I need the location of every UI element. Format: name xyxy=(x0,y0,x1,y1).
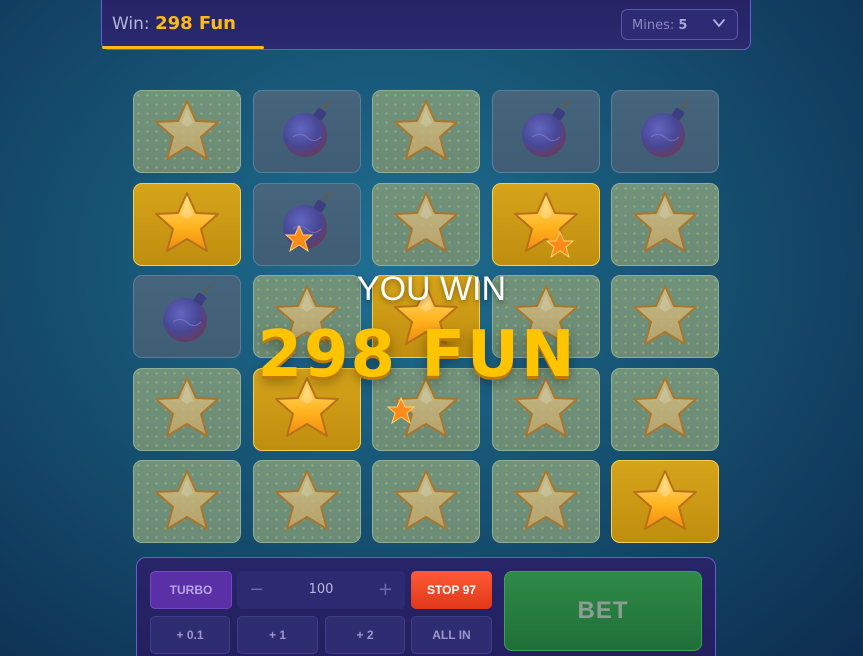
board-tile-bomb[interactable] xyxy=(133,275,241,358)
bet-button[interactable]: BET xyxy=(504,571,702,651)
board-tile-star[interactable] xyxy=(611,367,719,451)
board-tile-star[interactable] xyxy=(133,460,241,543)
mines-label: Mines: xyxy=(632,18,675,33)
board-tile-star[interactable] xyxy=(133,367,241,451)
board-tile-star[interactable] xyxy=(491,460,600,543)
all-in-button[interactable]: ALL IN xyxy=(411,616,492,654)
bomb-icon xyxy=(629,97,701,167)
quick-bet-2-button[interactable]: + 2 xyxy=(325,616,405,654)
star-icon xyxy=(629,467,701,537)
star-icon xyxy=(510,189,582,259)
top-bar: Win: 298 Fun Mines: 5 xyxy=(101,0,751,50)
board-tile-star[interactable] xyxy=(252,275,361,358)
mines-board xyxy=(133,90,719,543)
win-display: Win: 298 Fun xyxy=(112,13,236,34)
star-icon xyxy=(271,467,343,537)
star-icon xyxy=(510,467,582,537)
quick-bet-0-1-button[interactable]: + 0.1 xyxy=(150,616,230,654)
board-tile-bomb[interactable] xyxy=(252,90,361,173)
star-icon xyxy=(390,282,462,352)
star-icon xyxy=(390,374,462,444)
board-tile-picked[interactable] xyxy=(252,367,361,451)
star-icon xyxy=(629,282,701,352)
board-tile-bomb[interactable] xyxy=(491,90,600,173)
win-label: Win: xyxy=(112,14,150,34)
star-icon xyxy=(271,374,343,444)
turbo-button[interactable]: TURBO xyxy=(150,571,232,609)
star-icon xyxy=(510,374,582,444)
board-tile-star[interactable] xyxy=(372,460,480,543)
board-tile-picked[interactable] xyxy=(491,182,600,266)
board-tile-star[interactable] xyxy=(372,367,480,451)
board-tile-star[interactable] xyxy=(491,367,600,451)
star-icon xyxy=(629,374,701,444)
mines-value: 5 xyxy=(678,18,688,33)
star-icon xyxy=(151,189,223,259)
board-tile-picked[interactable] xyxy=(133,182,241,266)
board-tile-star[interactable] xyxy=(372,90,480,173)
mines-select[interactable]: Mines: 5 xyxy=(621,9,738,40)
star-icon xyxy=(151,97,223,167)
chevron-down-icon xyxy=(713,19,725,28)
bomb-icon xyxy=(271,189,343,259)
board-tile-bomb[interactable] xyxy=(252,182,361,266)
board-tile-bomb[interactable] xyxy=(611,90,719,173)
stop-autoplay-button[interactable]: STOP 97 xyxy=(411,571,492,609)
board-tile-star[interactable] xyxy=(611,182,719,266)
star-icon xyxy=(390,189,462,259)
bet-controls-panel: TURBO − 100 + STOP 97 + 0.1 + 1 + 2 ALL … xyxy=(136,557,716,656)
quick-bet-1-button[interactable]: + 1 xyxy=(237,616,318,654)
win-value: 298 Fun xyxy=(155,13,236,34)
board-tile-star[interactable] xyxy=(372,182,480,266)
bomb-icon xyxy=(510,97,582,167)
star-icon xyxy=(390,97,462,167)
board-tile-star[interactable] xyxy=(133,90,241,173)
bomb-icon xyxy=(271,97,343,167)
star-icon xyxy=(629,189,701,259)
board-tile-picked[interactable] xyxy=(372,275,480,358)
board-tile-star[interactable] xyxy=(611,275,719,358)
board-tile-picked[interactable] xyxy=(611,460,719,543)
star-icon xyxy=(510,282,582,352)
star-icon xyxy=(271,282,343,352)
win-progress-bar xyxy=(102,46,264,49)
star-icon xyxy=(151,467,223,537)
star-icon xyxy=(151,374,223,444)
increase-stake-button[interactable]: + xyxy=(378,579,393,600)
board-tile-star[interactable] xyxy=(491,275,600,358)
bomb-icon xyxy=(151,282,223,352)
stake-stepper: − 100 + xyxy=(237,571,405,609)
board-tile-star[interactable] xyxy=(252,460,361,543)
star-icon xyxy=(390,467,462,537)
